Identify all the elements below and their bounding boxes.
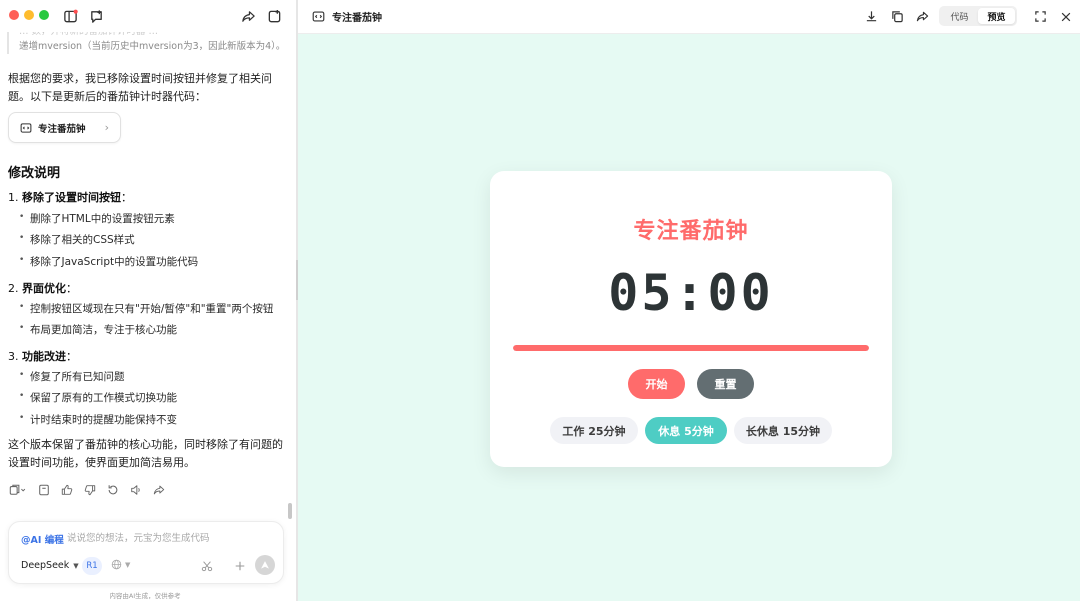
- list-item-text: 删除了HTML中的设置按钮元素: [30, 213, 175, 225]
- intro-text: 根据您的要求，我已移除设置时间按钮并修复了相关问 题。以下是更新后的番茄钟计时器…: [8, 70, 288, 106]
- message-actions: [8, 483, 175, 497]
- view-mode-toggle: 代码 预览: [939, 6, 1017, 26]
- section-heading-text: 移除了设置时间按钮: [22, 191, 121, 204]
- intro-line: 题。以下是更新后的番茄钟计时器代码：: [8, 90, 206, 103]
- section-colon: ：: [66, 282, 77, 295]
- r1-toggle[interactable]: R1: [82, 557, 102, 575]
- timer-display: 05:00: [608, 264, 774, 322]
- section-title: 修改说明: [8, 166, 61, 181]
- section-heading: 3. 功能改进：: [8, 348, 77, 364]
- share-icon[interactable]: [915, 9, 930, 24]
- plus-icon[interactable]: [233, 559, 247, 573]
- ai-disclaimer: 内容由AI生成，仅供参考: [109, 592, 181, 600]
- mode-long-break-button[interactable]: 长休息 15分钟: [734, 417, 832, 444]
- list-item: 布局更加简洁，专注于核心功能: [19, 322, 177, 337]
- list-item: 移除了JavaScript中的设置功能代码: [19, 254, 199, 269]
- section-heading: 1. 移除了设置时间按钮：: [8, 189, 132, 205]
- preview-title: 专注番茄钟: [312, 9, 382, 24]
- chat-scrollbar[interactable]: [288, 503, 292, 519]
- scissors-icon[interactable]: [200, 559, 214, 573]
- pomodoro-title: 专注番茄钟: [633, 219, 749, 244]
- list-item: 保留了原有的工作模式切换功能: [19, 390, 177, 405]
- window-titlebar: [0, 0, 296, 32]
- progress-bar: [513, 345, 869, 351]
- maximize-window-button[interactable]: [39, 10, 49, 20]
- list-item-text: 修复了所有已知问题: [30, 371, 125, 383]
- web-search-toggle[interactable]: ▼: [111, 559, 130, 570]
- close-icon[interactable]: [1058, 9, 1073, 24]
- share-icon[interactable]: [152, 483, 166, 497]
- preview-toolbar: 专注番茄钟 代码 预览: [298, 0, 1080, 34]
- section-colon: ：: [121, 191, 132, 204]
- globe-icon: [111, 559, 122, 570]
- pomodoro-card: 专注番茄钟 05:00 开始 重置 工作 25分钟 休息 5分钟 长休息 15分…: [490, 171, 892, 467]
- section-number: 3.: [8, 350, 19, 363]
- artifact-card-button[interactable]: 专注番茄钟 ›: [8, 112, 121, 143]
- download-icon[interactable]: [864, 9, 879, 24]
- code-file-icon: [20, 122, 32, 133]
- reset-button[interactable]: 重置: [697, 369, 754, 399]
- bookmark-icon[interactable]: [37, 483, 51, 497]
- start-button[interactable]: 开始: [628, 369, 685, 399]
- read-aloud-icon[interactable]: [129, 483, 143, 497]
- section-colon: ：: [66, 350, 77, 363]
- section-heading-text: 界面优化: [22, 282, 66, 295]
- mode-short-break-button[interactable]: 休息 5分钟: [645, 417, 727, 444]
- preview-title-text: 专注番茄钟: [332, 13, 382, 24]
- preview-panel: 专注番茄钟 代码 预览 专注番茄钟 05:00 开始 重置 工作 25分钟 休息…: [298, 0, 1080, 601]
- model-name: DeepSeek: [21, 560, 70, 571]
- list-item: 计时结束时的提醒功能保持不变: [19, 412, 177, 427]
- list-item: 删除了HTML中的设置按钮元素: [19, 211, 175, 226]
- thumbs-up-icon[interactable]: [60, 483, 74, 497]
- new-chat-icon[interactable]: [87, 7, 105, 25]
- section-number: 2.: [8, 282, 19, 295]
- chevron-down-icon: ▼: [125, 560, 131, 569]
- list-item: 移除了相关的CSS样式: [19, 232, 135, 247]
- tab-preview[interactable]: 预览: [978, 8, 1015, 24]
- new-window-icon[interactable]: [265, 7, 283, 25]
- copy-icon[interactable]: [8, 483, 28, 497]
- chevron-right-icon: ›: [104, 121, 109, 134]
- model-selector[interactable]: DeepSeek ▼: [21, 560, 79, 571]
- artifact-card-label: 专注番茄钟: [38, 123, 86, 135]
- list-item: 控制按钮区域现在只有"开始/暂停"和"重置"两个按钮: [19, 301, 274, 316]
- send-button[interactable]: [255, 555, 275, 575]
- section-heading: 2. 界面优化：: [8, 280, 77, 296]
- outro-line: 这个版本保留了番茄钟的核心功能，同时移除了有问题的: [8, 438, 283, 451]
- copy-icon[interactable]: [890, 9, 905, 24]
- list-item-text: 计时结束时的提醒功能保持不变: [30, 414, 177, 426]
- regenerate-icon[interactable]: [106, 483, 120, 497]
- chevron-down-icon: ▼: [73, 561, 79, 570]
- list-item: 修复了所有已知问题: [19, 369, 125, 384]
- chat-panel: … 数，并将新的番茄钟计时器 … 递增mversion（当前历史中mversio…: [0, 0, 296, 601]
- list-item-text: 布局更加简洁，专注于核心功能: [30, 324, 177, 336]
- composer: @AI 编程 DeepSeek ▼ R1 ▼: [8, 521, 284, 584]
- mode-work-button[interactable]: 工作 25分钟: [550, 417, 638, 444]
- section-number: 1.: [8, 191, 19, 204]
- close-window-button[interactable]: [9, 10, 19, 20]
- tab-code[interactable]: 代码: [941, 8, 978, 24]
- code-file-icon: [312, 11, 325, 22]
- list-item-text: 保留了原有的工作模式切换功能: [30, 392, 177, 404]
- outro-line: 设置时间功能，使界面更加简洁易用。: [8, 456, 195, 469]
- fullscreen-icon[interactable]: [1033, 9, 1048, 24]
- share-icon[interactable]: [239, 7, 257, 25]
- list-item-text: 移除了JavaScript中的设置功能代码: [30, 256, 199, 268]
- intro-line: 根据您的要求，我已移除设置时间按钮并修复了相关问: [8, 72, 272, 85]
- minimize-window-button[interactable]: [24, 10, 34, 20]
- truncated-line: 递增mversion（当前历史中mversion为3，因此新版本为4）。: [19, 41, 286, 52]
- prompt-input[interactable]: [67, 528, 267, 548]
- thumbs-down-icon[interactable]: [83, 483, 97, 497]
- list-item-text: 移除了相关的CSS样式: [30, 234, 135, 246]
- list-item-text: 控制按钮区域现在只有"开始/暂停"和"重置"两个按钮: [30, 303, 274, 315]
- send-arrow-icon: [261, 561, 269, 569]
- section-heading-text: 功能改进: [22, 350, 66, 363]
- sidebar-toggle-icon[interactable]: [61, 7, 79, 25]
- progress-fill: [513, 345, 869, 351]
- outro-text: 这个版本保留了番茄钟的核心功能，同时移除了有问题的 设置时间功能，使界面更加简洁…: [8, 436, 288, 472]
- ai-coding-tag[interactable]: @AI 编程: [21, 532, 64, 546]
